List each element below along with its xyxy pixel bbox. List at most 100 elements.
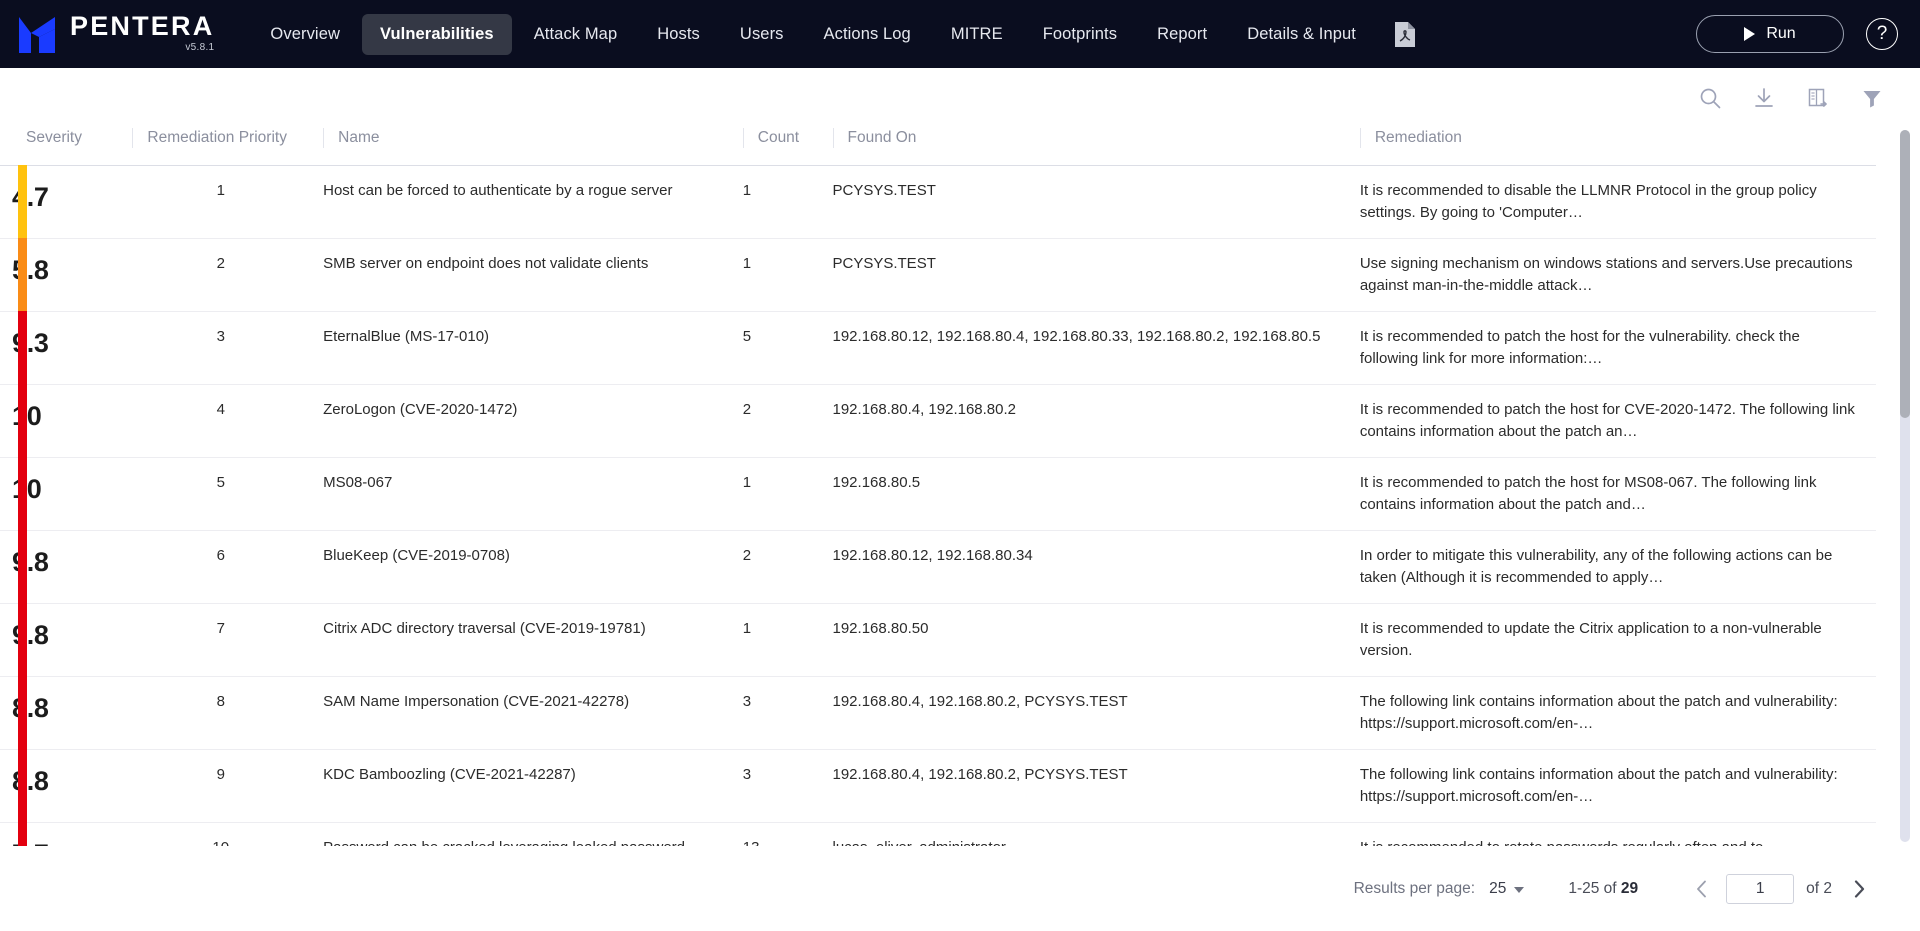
cell-remediation-priority: 3 <box>132 311 324 385</box>
vertical-scrollbar-track[interactable] <box>1900 130 1910 842</box>
vulnerabilities-table-container: Severity Remediation Priority Name Count… <box>0 128 1920 846</box>
run-button[interactable]: Run <box>1696 15 1844 53</box>
column-header-remediation[interactable]: Remediation <box>1359 128 1876 166</box>
cell-remediation-priority: 7 <box>132 603 324 677</box>
cell-count: 1 <box>742 457 833 531</box>
search-icon[interactable] <box>1698 86 1722 110</box>
total-pages-label: of 2 <box>1806 879 1832 897</box>
brand-name: PENTERA <box>70 11 215 41</box>
cell-severity: 9.8 <box>0 603 133 677</box>
results-per-page-label: Results per page: <box>1353 879 1476 897</box>
cell-found-on: 192.168.80.4, 192.168.80.2, PCYSYS.TEST <box>832 749 1360 823</box>
table-header: Severity Remediation Priority Name Count… <box>0 128 1876 166</box>
chevron-down-icon <box>1514 886 1525 893</box>
nav-item-report[interactable]: Report <box>1139 14 1225 55</box>
column-header-remediation-priority[interactable]: Remediation Priority <box>132 128 324 166</box>
play-icon <box>1744 27 1756 41</box>
previous-page-button[interactable] <box>1688 876 1714 902</box>
results-range-prefix: 1-25 of <box>1568 879 1621 897</box>
cell-severity: 10 <box>0 384 133 458</box>
table-row[interactable]: 7.710Password can be cracked leveraging … <box>0 822 1876 846</box>
cell-severity: 7.7 <box>0 822 133 846</box>
nav-item-overview[interactable]: Overview <box>252 14 358 55</box>
cell-remediation: The following link contains information … <box>1359 676 1876 750</box>
cell-found-on: PCYSYS.TEST <box>832 238 1360 312</box>
cell-found-on: 192.168.80.4, 192.168.80.2 <box>832 384 1360 458</box>
cell-name: EternalBlue (MS-17-010) <box>323 311 743 385</box>
table-row[interactable]: 4.7 1 Host can be forced to authenticate b… <box>0 165 1876 239</box>
cell-count: 1 <box>742 238 833 312</box>
nav-item-actions-log[interactable]: Actions Log <box>806 14 929 55</box>
help-icon[interactable]: ? <box>1866 18 1898 50</box>
cell-found-on: 192.168.80.12, 192.168.80.34 <box>832 530 1360 604</box>
cell-found-on: 192.168.80.5 <box>832 457 1360 531</box>
results-per-page-select[interactable]: 25 <box>1489 880 1525 898</box>
cell-severity: 8.8 <box>0 676 133 750</box>
nav-item-mitre[interactable]: MITRE <box>933 14 1021 55</box>
cell-remediation: It is recommended to disable the LLMNR P… <box>1359 165 1876 239</box>
nav-item-hosts[interactable]: Hosts <box>639 14 718 55</box>
severity-indicator-bar <box>18 530 27 604</box>
cell-name: Password can be cracked leveraging leake… <box>323 822 743 846</box>
cell-count: 2 <box>742 530 833 604</box>
cell-remediation-priority: 2 <box>132 238 324 312</box>
column-header-severity[interactable]: Severity <box>0 128 133 166</box>
column-header-count[interactable]: Count <box>742 128 833 166</box>
severity-indicator-bar <box>18 676 27 750</box>
remediation-text: It is recommended to disable the LLMNR P… <box>1359 182 1817 221</box>
download-icon[interactable] <box>1752 86 1776 110</box>
column-header-name[interactable]: Name <box>323 128 743 166</box>
cell-remediation-priority: 9 <box>132 749 324 823</box>
remediation-text: It is recommended to patch the host for … <box>1359 328 1800 367</box>
table-row[interactable]: 104ZeroLogon (CVE-2020-1472)2192.168.80.… <box>0 384 1876 458</box>
next-page-button[interactable] <box>1846 876 1872 902</box>
severity-indicator-bar <box>18 603 27 677</box>
cell-count: 1 <box>742 165 833 239</box>
vertical-scrollbar-thumb[interactable] <box>1900 130 1910 418</box>
nav-item-details-input[interactable]: Details & Input <box>1229 14 1374 55</box>
help-icon-label: ? <box>1876 23 1888 44</box>
severity-indicator-bar <box>18 311 27 385</box>
remediation-text: The following link contains information … <box>1359 693 1838 732</box>
cell-name: SAM Name Impersonation (CVE-2021-42278) <box>323 676 743 750</box>
column-header-found-on[interactable]: Found On <box>832 128 1360 166</box>
table-row[interactable]: 8.8 9 KDC Bamboozling (CVE-2021-42287) 3 192… <box>0 749 1876 823</box>
pdf-file-icon[interactable] <box>1392 19 1418 49</box>
cell-severity: 9.8 <box>0 530 133 604</box>
nav-item-footprints[interactable]: Footprints <box>1025 14 1135 55</box>
nav-item-attack-map[interactable]: Attack Map <box>516 14 636 55</box>
cell-remediation: It is recommended to patch the host for … <box>1359 384 1876 458</box>
nav-item-users[interactable]: Users <box>722 14 802 55</box>
nav-item-vulnerabilities[interactable]: Vulnerabilities <box>362 13 512 55</box>
table-body: 4.7 1 Host can be forced to authenticate b… <box>0 165 1876 846</box>
cell-remediation: In order to mitigate this vulnerability,… <box>1359 530 1876 604</box>
cell-name: MS08-067 <box>323 457 743 531</box>
cell-severity: 9.3 <box>0 311 133 385</box>
brand-logo[interactable]: PENTERA v5.8.1 <box>18 13 214 55</box>
nav-right-actions: Run ? <box>1696 15 1898 53</box>
table-row[interactable]: 8.8 8 SAM Name Impersonation (CVE-2021-422… <box>0 676 1876 750</box>
cell-remediation: Use signing mechanism on windows station… <box>1359 238 1876 312</box>
remediation-text: It is recommended to rotate passwords re… <box>1360 837 1862 846</box>
table-row[interactable]: 105MS08-0671192.168.80.5It is recommende… <box>0 457 1876 531</box>
cell-remediation-priority: 8 <box>132 676 324 750</box>
remediation-text: It is recommended to patch the host for … <box>1359 474 1817 513</box>
remediation-text: The following link contains information … <box>1359 766 1838 805</box>
cell-remediation-priority: 4 <box>132 384 324 458</box>
cell-severity: 10 <box>0 457 133 531</box>
filter-icon[interactable] <box>1860 86 1884 110</box>
cell-severity: 8.8 <box>0 749 133 823</box>
table-row[interactable]: 9.8 7 Citrix ADC directory traversal (CVE-… <box>0 603 1876 677</box>
columns-icon[interactable] <box>1806 86 1830 110</box>
cell-found-on: lucas, oliver, administrator <box>832 822 1360 846</box>
cell-found-on: 192.168.80.12, 192.168.80.4, 192.168.80.… <box>832 311 1360 385</box>
table-row[interactable]: 5.8 2 SMB server on endpoint does not vali… <box>0 238 1876 312</box>
page-number-input[interactable] <box>1726 873 1795 904</box>
vulnerabilities-table: Severity Remediation Priority Name Count… <box>0 128 1876 846</box>
cell-name: Host can be forced to authenticate by a … <box>323 165 743 239</box>
table-row[interactable]: 9.3 3 EternalBlue (MS-17-010) 5 192.168.80.1… <box>0 311 1876 385</box>
severity-indicator-bar <box>18 749 27 823</box>
cell-count: 5 <box>742 311 833 385</box>
table-row[interactable]: 9.8 6 BlueKeep (CVE-2019-0708) 2 192.168.80.… <box>0 530 1876 604</box>
remediation-text: It is recommended to update the Citrix a… <box>1359 620 1822 659</box>
